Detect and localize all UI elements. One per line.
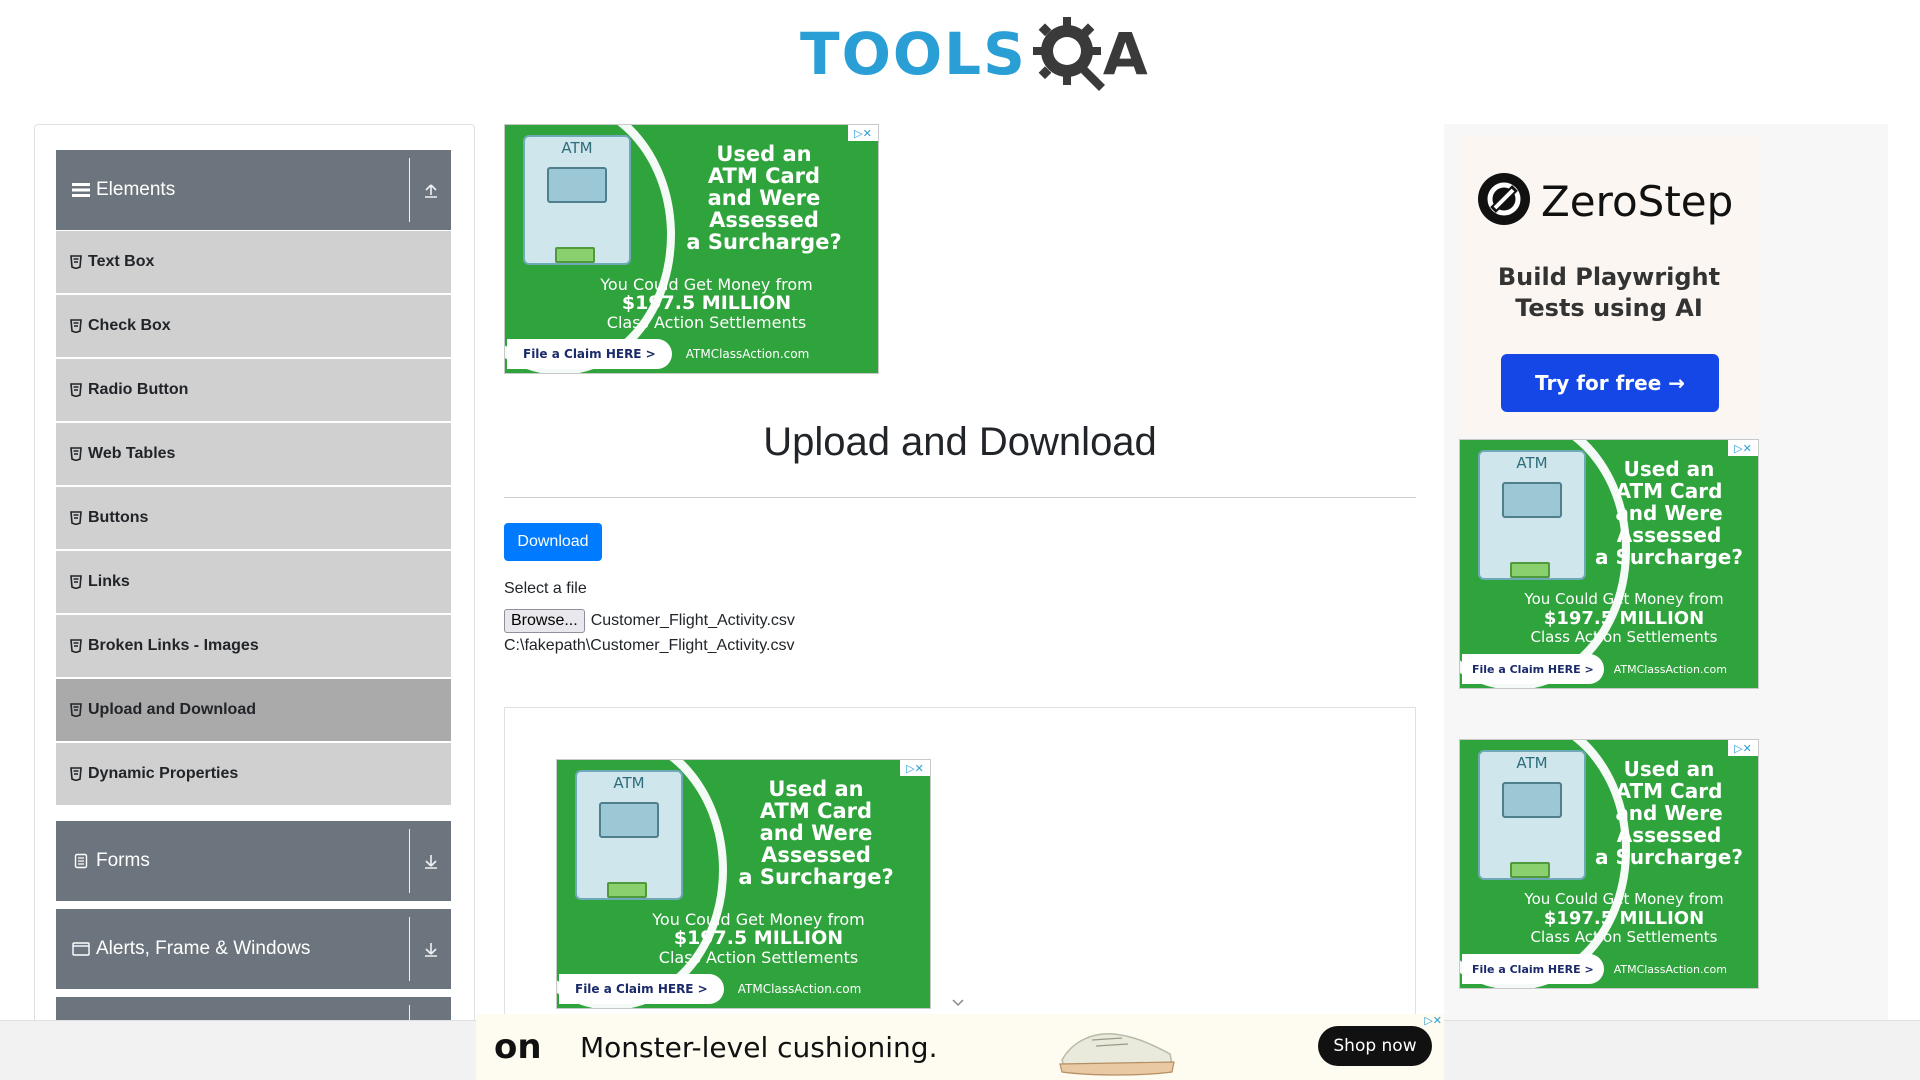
item-icon bbox=[70, 511, 82, 525]
download-button[interactable]: Download bbox=[504, 523, 602, 561]
zerostep-try-button[interactable]: Try for free → bbox=[1501, 354, 1719, 412]
sidebar: Elements Text Box Check Box Radio Button… bbox=[34, 124, 475, 1024]
group-title-forms: Forms bbox=[56, 850, 409, 872]
group-label-elements: Elements bbox=[96, 179, 176, 200]
bottom-ad-text: Monster-level cushioning. bbox=[580, 1030, 938, 1064]
menu-item-broken-links[interactable]: Broken Links - Images bbox=[56, 615, 451, 677]
zerostep-tagline: Build Playwright Tests using AI bbox=[1497, 263, 1721, 322]
ad-subtext: You Could Get Money from $197.5 MILLION … bbox=[652, 910, 865, 967]
adchoices-icon[interactable]: ▷✕ bbox=[848, 125, 878, 141]
divider bbox=[504, 497, 1416, 498]
page: TOOLS A Elements Text Box Check Box Radi… bbox=[0, 0, 1920, 1080]
shoe-image bbox=[1052, 1020, 1180, 1078]
item-icon bbox=[70, 575, 82, 589]
menu-item-text-box[interactable]: Text Box bbox=[56, 231, 451, 293]
atm-machine-icon: ATM bbox=[1478, 750, 1586, 880]
group-label-alerts: Alerts, Frame & Windows bbox=[96, 938, 311, 959]
expand-down-icon[interactable] bbox=[409, 917, 451, 981]
shop-now-button[interactable]: Shop now bbox=[1318, 1026, 1432, 1066]
group-header-forms[interactable]: Forms bbox=[56, 821, 451, 901]
adchoices-icon[interactable]: ▷✕ bbox=[1728, 440, 1758, 456]
ad-atm-middle[interactable]: ATM Used an ATM Card and Were Assessed a… bbox=[556, 759, 931, 1009]
toolsqa-logo[interactable]: TOOLS A bbox=[800, 14, 1148, 94]
adchoices-icon[interactable]: ▷✕ bbox=[1728, 740, 1758, 756]
logo-text-tools: TOOLS bbox=[800, 20, 1027, 88]
menu-item-buttons[interactable]: Buttons bbox=[56, 487, 451, 549]
ad-headline: Used an ATM Card and Were Assessed a Sur… bbox=[1595, 457, 1743, 569]
menu-item-upload-download[interactable]: Upload and Download bbox=[56, 679, 451, 741]
menu-item-radio-button[interactable]: Radio Button bbox=[56, 359, 451, 421]
atm-machine-icon: ATM bbox=[575, 770, 683, 900]
menu-item-label: Broken Links - Images bbox=[88, 637, 259, 654]
group-title-alerts: Alerts, Frame & Windows bbox=[56, 938, 409, 960]
ad-site: ATMClassAction.com bbox=[1613, 662, 1727, 676]
document-icon bbox=[72, 852, 90, 870]
item-icon bbox=[70, 383, 82, 397]
logo-text-a: A bbox=[1102, 20, 1148, 88]
page-title: Upload and Download bbox=[763, 420, 1157, 464]
item-icon bbox=[70, 639, 82, 653]
selected-file-name: Customer_Flight_Activity.csv bbox=[590, 612, 795, 629]
adchoices-icon[interactable]: ▷✕ bbox=[900, 760, 930, 776]
menu-item-label: Links bbox=[88, 573, 130, 590]
on-brand-logo: on bbox=[494, 1027, 542, 1067]
item-icon bbox=[70, 255, 82, 269]
ad-subtext: You Could Get Money from $197.5 MILLION … bbox=[1524, 890, 1724, 946]
menu-item-label: Dynamic Properties bbox=[88, 765, 239, 782]
ad-cta-button[interactable]: File a Claim HERE > bbox=[507, 339, 672, 369]
ad-atm-right-2[interactable]: ATM Used an ATM Card and Were Assessed a… bbox=[1459, 739, 1759, 989]
chevron-down-icon[interactable] bbox=[950, 994, 966, 1010]
expand-down-icon[interactable] bbox=[409, 829, 451, 893]
select-file-label: Select a file bbox=[504, 580, 587, 597]
ad-site: ATMClassAction.com bbox=[1613, 962, 1727, 976]
ad-cta-button[interactable]: File a Claim HERE > bbox=[1462, 954, 1604, 984]
group-header-elements[interactable]: Elements bbox=[56, 150, 451, 230]
ad-headline: Used an ATM Card and Were Assessed a Sur… bbox=[738, 777, 894, 889]
hamburger-icon bbox=[72, 181, 90, 199]
ad-subtext: You Could Get Money from $197.5 MILLION … bbox=[600, 275, 813, 332]
group-header-alerts[interactable]: Alerts, Frame & Windows bbox=[56, 909, 451, 989]
file-input[interactable]: Browse... Customer_Flight_Activity.csv bbox=[504, 609, 795, 633]
zerostep-logo-icon bbox=[1477, 172, 1531, 231]
menu-item-label: Web Tables bbox=[88, 445, 176, 462]
menu-item-links[interactable]: Links bbox=[56, 551, 451, 613]
ad-cta-button[interactable]: File a Claim HERE > bbox=[559, 974, 724, 1004]
collapse-up-icon[interactable] bbox=[409, 158, 451, 222]
atm-machine-icon: ATM bbox=[523, 135, 631, 265]
browse-button[interactable]: Browse... bbox=[504, 609, 585, 633]
ad-on-running[interactable]: on Monster-level cushioning. Shop now ▷✕ bbox=[476, 1014, 1444, 1080]
atm-machine-icon: ATM bbox=[1478, 450, 1586, 580]
ad-headline: Used an ATM Card and Were Assessed a Sur… bbox=[1595, 757, 1743, 869]
menu-item-web-tables[interactable]: Web Tables bbox=[56, 423, 451, 485]
menu-item-label: Buttons bbox=[88, 509, 149, 526]
window-icon bbox=[72, 940, 90, 958]
ad-headline: Used an ATM Card and Were Assessed a Sur… bbox=[686, 142, 842, 254]
ad-subtext: You Could Get Money from $197.5 MILLION … bbox=[1524, 590, 1724, 646]
logo-q-gear-icon bbox=[1029, 15, 1109, 93]
item-icon bbox=[70, 319, 82, 333]
uploaded-file-path: C:\fakepath\Customer_Flight_Activity.csv bbox=[504, 637, 795, 654]
ad-zerostep[interactable]: ZeroStep Build Playwright Tests using AI… bbox=[1459, 136, 1759, 436]
menu-item-label: Check Box bbox=[88, 317, 171, 334]
menu-item-dynamic-properties[interactable]: Dynamic Properties bbox=[56, 743, 451, 805]
ad-atm-top[interactable]: ATM Used an ATM Card and Were Assessed a… bbox=[504, 124, 879, 374]
item-icon bbox=[70, 767, 82, 781]
adchoices-icon[interactable]: ▷✕ bbox=[1424, 1014, 1442, 1027]
ad-site: ATMClassAction.com bbox=[737, 982, 862, 996]
zerostep-name: ZeroStep bbox=[1541, 177, 1734, 226]
menu-item-check-box[interactable]: Check Box bbox=[56, 295, 451, 357]
ad-atm-right-1[interactable]: ATM Used an ATM Card and Were Assessed a… bbox=[1459, 439, 1759, 689]
ad-cta-button[interactable]: File a Claim HERE > bbox=[1462, 654, 1604, 684]
menu-item-label: Upload and Download bbox=[88, 701, 256, 718]
item-icon bbox=[70, 703, 82, 717]
item-icon bbox=[70, 447, 82, 461]
ad-site: ATMClassAction.com bbox=[685, 347, 810, 361]
menu-item-label: Text Box bbox=[88, 253, 155, 270]
menu-item-label: Radio Button bbox=[88, 381, 189, 398]
group-title-elements: Elements bbox=[56, 179, 409, 201]
group-label-forms: Forms bbox=[96, 850, 150, 871]
